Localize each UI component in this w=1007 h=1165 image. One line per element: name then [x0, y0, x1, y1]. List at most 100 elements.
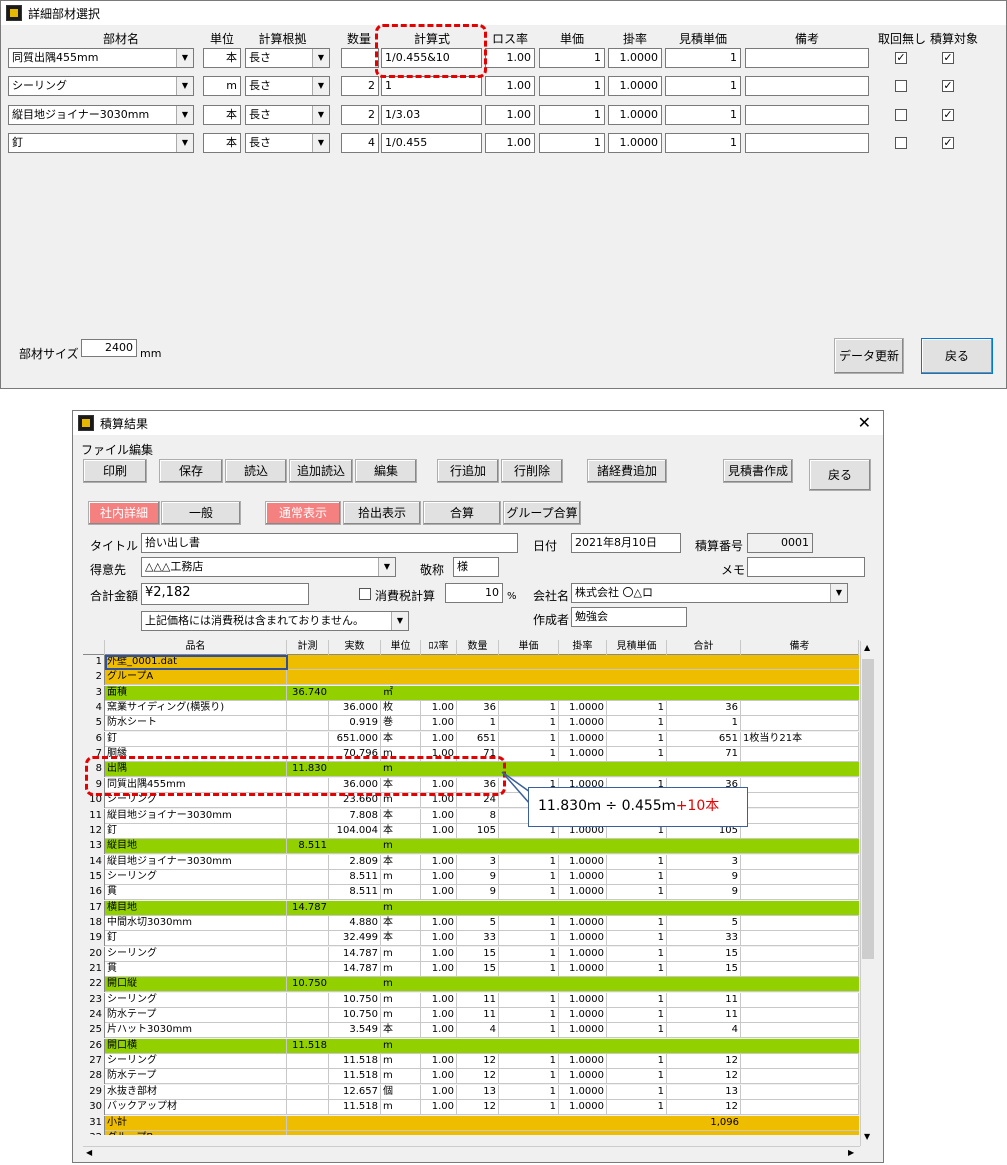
chevron-down-icon[interactable]: ▼ — [378, 558, 395, 576]
table-row[interactable]: 30 バックアップ材 11.518 m 1.00 12 1 1.0000 1 12 — [83, 1100, 859, 1116]
grid-col-header[interactable]: 単位 — [381, 640, 421, 655]
grid-col-header[interactable]: 掛率 — [559, 640, 607, 655]
grid-col-header[interactable]: 備考 — [741, 640, 859, 655]
note-field[interactable] — [745, 133, 869, 153]
row-add-button[interactable]: 行追加 — [437, 459, 499, 483]
table-row[interactable]: 17 横目地 14.787 m — [83, 900, 859, 916]
table-row[interactable]: 28 防水テープ 11.518 m 1.00 12 1 1.0000 1 12 — [83, 1069, 859, 1085]
table-row[interactable]: 3 面積 36.740 ㎡ — [83, 685, 859, 701]
author-input[interactable]: 勉強会 — [571, 607, 687, 627]
tax-checkbox[interactable] — [359, 588, 371, 600]
unit-field[interactable]: 本 — [203, 133, 241, 153]
chevron-down-icon[interactable]: ▼ — [176, 106, 193, 124]
loss-field[interactable]: 1.00 — [485, 133, 535, 153]
no-turn-checkbox[interactable]: ✓ — [895, 52, 907, 64]
basis-select[interactable]: 長さ ▼ — [245, 48, 330, 68]
grid-col-header[interactable]: 数量 — [457, 640, 499, 655]
table-row[interactable]: 23 シーリング 10.750 m 1.00 11 1 1.0000 1 11 — [83, 992, 859, 1008]
title-input[interactable]: 拾い出し書 — [141, 533, 518, 553]
table-row[interactable]: 31 小計 1,096 — [83, 1115, 859, 1131]
target-checkbox[interactable]: ✓ — [942, 80, 954, 92]
tab-group-sum[interactable]: グループ合算 — [503, 501, 581, 525]
est-price-field[interactable]: 1 — [665, 76, 741, 96]
close-icon[interactable]: ✕ — [858, 413, 871, 432]
tab-internal-detail[interactable]: 社内詳細 — [88, 501, 160, 525]
edit-button[interactable]: 編集 — [355, 459, 417, 483]
scroll-down-icon[interactable]: ▼ — [864, 1132, 870, 1141]
table-row[interactable]: 26 開口横 11.518 m — [83, 1038, 859, 1054]
chevron-down-icon[interactable]: ▼ — [830, 584, 847, 602]
price-field[interactable]: 1 — [539, 48, 605, 68]
honor-input[interactable]: 様 — [453, 557, 499, 577]
load-button[interactable]: 読込 — [225, 459, 287, 483]
unit-field[interactable]: 本 — [203, 105, 241, 125]
price-field[interactable]: 1 — [539, 105, 605, 125]
table-row[interactable]: 27 シーリング 11.518 m 1.00 12 1 1.0000 1 12 — [83, 1054, 859, 1070]
target-checkbox[interactable]: ✓ — [942, 52, 954, 64]
table-row[interactable]: 24 防水テープ 10.750 m 1.00 11 1 1.0000 1 11 — [83, 1008, 859, 1024]
chevron-down-icon[interactable]: ▼ — [176, 77, 193, 95]
scroll-left-icon[interactable]: ◀ — [86, 1148, 92, 1157]
table-row[interactable]: 14 縦目地ジョイナー3030mm 2.809 本 1.00 3 1 1.0000 1 3 — [83, 854, 859, 870]
no-turn-checkbox[interactable] — [895, 80, 907, 92]
chevron-down-icon[interactable]: ▼ — [176, 49, 193, 67]
company-select[interactable]: 株式会社 〇△ロ ▼ — [571, 583, 848, 603]
scroll-thumb[interactable] — [862, 659, 874, 959]
qty-field[interactable]: 2 — [341, 76, 379, 96]
table-row[interactable]: 21 貫 14.787 m 1.00 15 1 1.0000 1 15 — [83, 962, 859, 977]
target-checkbox[interactable]: ✓ — [942, 109, 954, 121]
grid-hscrollbar[interactable]: ◀ ▶ — [83, 1146, 860, 1160]
part-name-select[interactable]: 同質出隅455mm ▼ — [8, 48, 194, 68]
tab-general[interactable]: 一般 — [161, 501, 241, 525]
formula-field[interactable]: 1/3.03 — [381, 105, 482, 125]
note-field[interactable] — [745, 105, 869, 125]
no-turn-checkbox[interactable] — [895, 109, 907, 121]
print-button[interactable]: 印刷 — [83, 459, 147, 483]
table-row[interactable]: 25 片ハット3030mm 3.549 本 1.00 4 1 1.0000 1 4 — [83, 1023, 859, 1039]
add-expense-button[interactable]: 諸経費追加 — [587, 459, 667, 483]
scroll-right-icon[interactable]: ▶ — [848, 1148, 854, 1157]
table-row[interactable]: 2 グループA — [83, 670, 859, 686]
table-row[interactable]: 6 釘 651.000 本 1.00 651 1 1.0000 1 651 1枚当り21本 — [83, 731, 859, 747]
chevron-down-icon[interactable]: ▼ — [312, 77, 329, 95]
rate-field[interactable]: 1.0000 — [608, 76, 662, 96]
grid-col-header[interactable] — [83, 640, 105, 655]
basis-select[interactable]: 長さ ▼ — [245, 76, 330, 96]
add-load-button[interactable]: 追加読込 — [289, 459, 353, 483]
rate-field[interactable]: 1.0000 — [608, 133, 662, 153]
no-turn-checkbox[interactable] — [895, 137, 907, 149]
price-field[interactable]: 1 — [539, 133, 605, 153]
est-price-field[interactable]: 1 — [665, 105, 741, 125]
table-row[interactable]: 4 窯業サイディング(横張り) 36.000 枚 1.00 36 1 1.0000 1 36 — [83, 701, 859, 717]
table-row[interactable]: 22 開口縦 10.750 m — [83, 977, 859, 993]
chevron-down-icon[interactable]: ▼ — [312, 106, 329, 124]
grid-col-header[interactable]: 単価 — [499, 640, 559, 655]
note-field[interactable] — [745, 48, 869, 68]
tab-normal-view[interactable]: 通常表示 — [265, 501, 341, 525]
scroll-up-icon[interactable]: ▲ — [864, 643, 870, 652]
back-button[interactable]: 戻る — [921, 338, 993, 374]
note-field[interactable] — [745, 76, 869, 96]
menu-edit[interactable]: 編集 — [129, 441, 153, 458]
tab-sum[interactable]: 合算 — [423, 501, 501, 525]
basis-select[interactable]: 長さ ▼ — [245, 133, 330, 153]
table-row[interactable]: 29 水抜き部材 12.657 個 1.00 13 1 1.0000 1 13 — [83, 1084, 859, 1100]
tab-pickup-view[interactable]: 拾出表示 — [343, 501, 421, 525]
tax-rate-input[interactable]: 10 — [445, 583, 503, 603]
taxnote-select[interactable]: 上記価格には消費税は含まれておりません。 ▼ — [141, 611, 409, 631]
grid-vscrollbar[interactable]: ▲ ▼ — [860, 641, 875, 1146]
unit-field[interactable]: 本 — [203, 48, 241, 68]
result-grid[interactable]: 品名 計測 実数 単位 ﾛｽ率 数量 単価 掛率 見積単価 合計 備考 1 外壁_0001.dat 2 グ… — [83, 640, 859, 1135]
formula-field[interactable]: 1 — [381, 76, 482, 96]
table-row[interactable]: 15 シーリング 8.511 m 1.00 9 1 1.0000 1 9 — [83, 869, 859, 885]
grid-col-header[interactable]: ﾛｽ率 — [421, 640, 457, 655]
row-delete-button[interactable]: 行削除 — [501, 459, 563, 483]
formula-field[interactable]: 1/0.455 — [381, 133, 482, 153]
chevron-down-icon[interactable]: ▼ — [391, 612, 408, 630]
unit-field[interactable]: m — [203, 76, 241, 96]
table-row[interactable]: 13 縦目地 8.511 m — [83, 839, 859, 855]
chevron-down-icon[interactable]: ▼ — [312, 49, 329, 67]
grid-col-header[interactable]: 見積単価 — [607, 640, 667, 655]
table-row[interactable]: 20 シーリング 14.787 m 1.00 15 1 1.0000 1 15 — [83, 946, 859, 962]
basis-select[interactable]: 長さ ▼ — [245, 105, 330, 125]
